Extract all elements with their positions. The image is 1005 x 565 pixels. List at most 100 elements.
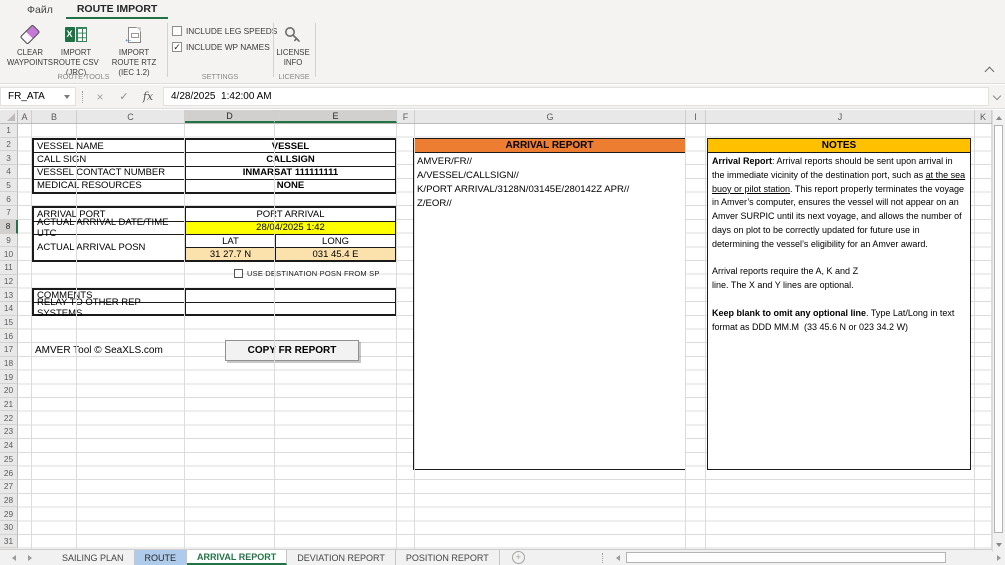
sheet-tab-position-report[interactable]: POSITION REPORT (396, 550, 500, 565)
horizontal-scrollbar[interactable] (600, 550, 1005, 565)
new-sheet-icon[interactable]: + (512, 551, 525, 564)
ribbon-checkbox-include-wp-names[interactable]: ✓INCLUDE WP NAMES (172, 42, 277, 52)
ata-label-cell[interactable]: ACTUAL ARRIVAL DATE/TIME UTC (34, 222, 186, 235)
column-header-k[interactable]: K (975, 110, 992, 123)
collapse-ribbon-icon[interactable] (985, 67, 995, 77)
formula-bar-grip[interactable] (82, 91, 84, 103)
column-header-j[interactable]: J (706, 110, 975, 123)
sheet-nav-left-icon[interactable] (6, 550, 22, 565)
ribbon-checkbox-include-leg-speeds[interactable]: INCLUDE LEG SPEEDS (172, 26, 277, 36)
scrollbar-grip[interactable] (602, 553, 608, 563)
long-header-cell[interactable]: LONG (276, 235, 395, 247)
column-header-a[interactable]: A (18, 110, 32, 123)
ribbon-tab-bar: Файл ROUTE IMPORT (0, 0, 1005, 19)
row-header-30[interactable]: 30 (0, 521, 18, 535)
row-header-20[interactable]: 20 (0, 384, 18, 398)
row-header-11[interactable]: 11 (0, 261, 18, 275)
sheet-tab-sailing-plan[interactable]: SAILING PLAN (52, 550, 135, 565)
name-box-dropdown-icon[interactable] (59, 87, 75, 106)
column-header-i[interactable]: I (686, 110, 706, 123)
cell-value[interactable]: VESSEL (186, 140, 395, 152)
cell-value[interactable] (186, 290, 395, 302)
column-header-g[interactable]: G (415, 110, 686, 123)
row-header-29[interactable]: 29 (0, 507, 18, 521)
row-header-5[interactable]: 5 (0, 179, 18, 193)
vertical-scrollbar-thumb[interactable] (994, 125, 1003, 533)
vertical-scrollbar[interactable] (992, 110, 1005, 552)
file-menu-tab[interactable]: Файл (14, 0, 66, 19)
column-header-c[interactable]: C (77, 110, 185, 123)
insert-function-icon[interactable]: fx (136, 87, 160, 106)
row-header-26[interactable]: 26 (0, 466, 18, 480)
cell-value[interactable]: CALLSIGN (186, 153, 395, 165)
sheet-tab-deviation-report[interactable]: DEVIATION REPORT (287, 550, 396, 565)
row-header-31[interactable]: 31 (0, 535, 18, 549)
row-header-21[interactable]: 21 (0, 398, 18, 412)
row-header-9[interactable]: 9 (0, 234, 18, 248)
cell-value[interactable]: NONE (186, 180, 395, 192)
row-header-10[interactable]: 10 (0, 247, 18, 261)
lat-value-cell[interactable]: 31 27.7 N (186, 248, 276, 260)
row-header-7[interactable]: 7 (0, 206, 18, 220)
column-header-e[interactable]: E (275, 110, 397, 123)
row-header-14[interactable]: 14 (0, 302, 18, 316)
horizontal-scrollbar-thumb[interactable] (626, 552, 946, 563)
row-header-13[interactable]: 13 (0, 288, 18, 302)
arrival-port-value-cell[interactable]: PORT ARRIVAL (186, 208, 395, 221)
select-all-corner[interactable] (0, 110, 18, 123)
import-route-rtz-button[interactable]: ← IMPORT ROUTE RTZ (IEC 1.2) (105, 22, 163, 78)
row-header-28[interactable]: 28 (0, 494, 18, 508)
cell-label[interactable]: VESSEL NAME (34, 140, 186, 152)
row-header-24[interactable]: 24 (0, 439, 18, 453)
row-header-27[interactable]: 27 (0, 480, 18, 494)
row-header-25[interactable]: 25 (0, 453, 18, 467)
column-header-b[interactable]: B (32, 110, 77, 123)
formula-input[interactable]: 4/28/2025 1:42:00 AM (163, 87, 989, 106)
row-header-22[interactable]: 22 (0, 411, 18, 425)
row-header-15[interactable]: 15 (0, 316, 18, 330)
row-header-2[interactable]: 2 (0, 138, 18, 152)
row-header-1[interactable]: 1 (0, 124, 18, 138)
scroll-right-icon[interactable] (992, 551, 1005, 564)
cell-value[interactable] (186, 303, 395, 315)
use-destination-posn-checkbox[interactable]: USE DESTINATION POSN FROM SP (234, 269, 380, 278)
cell-label[interactable]: CALL SIGN (34, 153, 186, 165)
sheet-canvas[interactable]: VESSEL NAMEVESSELCALL SIGNCALLSIGNVESSEL… (18, 124, 992, 549)
row-header-17[interactable]: 17 (0, 343, 18, 357)
row-header-3[interactable]: 3 (0, 151, 18, 165)
cell-label[interactable]: RELAY TO OTHER REP SYSTEMS (34, 303, 186, 315)
arrival-posn-label-cell[interactable]: ACTUAL ARRIVAL POSN (34, 235, 186, 260)
scroll-left-icon[interactable] (611, 551, 624, 564)
column-header-d[interactable]: D (185, 110, 275, 123)
row-header-19[interactable]: 19 (0, 370, 18, 384)
sheet-nav-right-icon[interactable] (22, 550, 38, 565)
use-destination-posn-label: USE DESTINATION POSN FROM SP (247, 269, 380, 278)
cell-value[interactable]: INMARSAT 111111111 (186, 167, 395, 179)
ata-value-cell[interactable]: 28/04/2025 1:42 (186, 222, 395, 235)
license-info-button[interactable]: LICENSE INFO (271, 22, 315, 68)
cell-label[interactable]: MEDICAL RESOURCES (34, 180, 186, 192)
import-route-csv-button[interactable]: X IMPORT ROUTE CSV (JRC) (47, 22, 105, 78)
column-header-f[interactable]: F (397, 110, 415, 123)
cell-label[interactable]: VESSEL CONTACT NUMBER (34, 167, 186, 179)
cancel-entry-icon[interactable]: × (88, 87, 112, 106)
sheet-tab-arrival-report[interactable]: ARRIVAL REPORT (187, 550, 287, 565)
scroll-up-icon[interactable] (993, 111, 1005, 124)
row-header-16[interactable]: 16 (0, 329, 18, 343)
confirm-entry-icon[interactable]: ✓ (112, 87, 136, 106)
row-header-6[interactable]: 6 (0, 192, 18, 206)
scroll-down-icon[interactable] (993, 538, 1005, 551)
tab-route-import[interactable]: ROUTE IMPORT (66, 0, 169, 19)
row-header-12[interactable]: 12 (0, 275, 18, 289)
sheet-tab-route[interactable]: ROUTE (135, 550, 188, 565)
lat-header-cell[interactable]: LAT (186, 235, 276, 247)
copy-fr-report-button[interactable]: COPY FR REPORT (225, 340, 359, 361)
row-header-18[interactable]: 18 (0, 357, 18, 371)
row-header-4[interactable]: 4 (0, 165, 18, 179)
row-header-8[interactable]: 8 (0, 220, 18, 234)
expand-formula-bar-icon[interactable] (993, 92, 1001, 100)
report-line: A/VESSEL/CALLSIGN// (417, 169, 682, 183)
row-header-23[interactable]: 23 (0, 425, 18, 439)
checkbox-icon (172, 26, 182, 36)
long-value-cell[interactable]: 031 45.4 E (276, 248, 395, 260)
